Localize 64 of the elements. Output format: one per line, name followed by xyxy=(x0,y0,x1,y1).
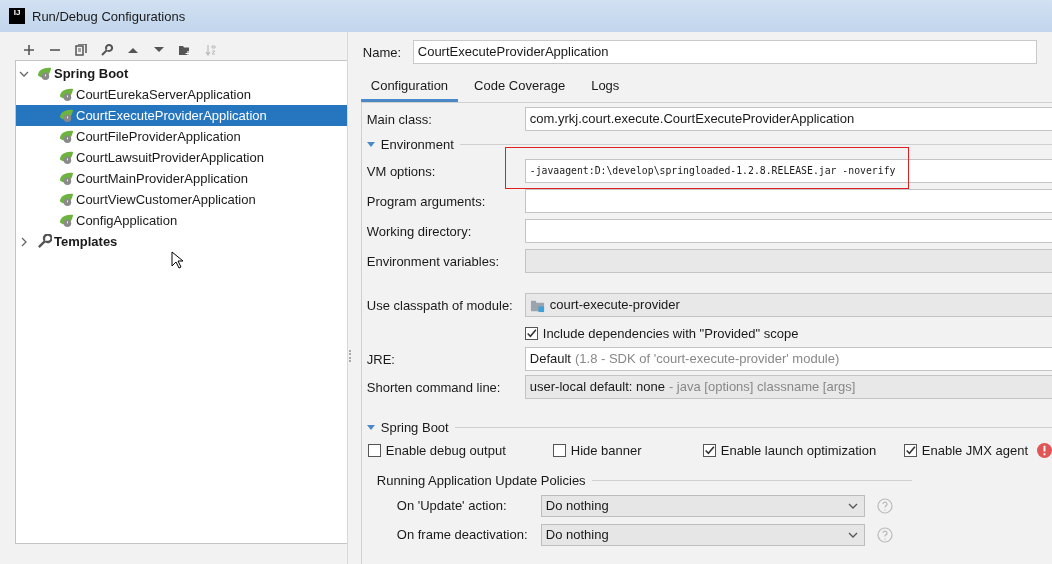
option-checkbox[interactable]: Hide banner xyxy=(552,442,642,458)
copy-icon[interactable] xyxy=(75,44,87,56)
field-label: JRE: xyxy=(366,351,396,367)
tab[interactable]: Configuration xyxy=(360,72,459,102)
policy-dropdown[interactable]: Do nothing xyxy=(540,523,865,546)
field-label: On frame deactivation: xyxy=(396,527,529,542)
input-field[interactable] xyxy=(524,249,1052,273)
policy-dropdown[interactable]: Do nothing xyxy=(540,494,865,517)
field-label: Working directory: xyxy=(366,223,473,239)
field-label: Program arguments: xyxy=(366,193,487,209)
spring-icon xyxy=(59,192,74,207)
group-title: Running Application Update Policies xyxy=(376,472,586,488)
option-checkbox[interactable]: Enable launch optimization xyxy=(702,442,877,458)
field-label: On 'Update' action: xyxy=(396,498,508,513)
include-dependencies-checkbox[interactable]: Include dependencies with "Provided" scope xyxy=(524,325,799,341)
tree-item[interactable]: CourtExecuteProviderApplication xyxy=(16,105,347,126)
tab[interactable]: Logs xyxy=(579,72,632,99)
spring-icon xyxy=(59,87,74,102)
tree-item[interactable]: CourtMainProviderApplication xyxy=(16,168,347,189)
name-field[interactable]: CourtExecuteProviderApplication xyxy=(412,40,1037,64)
option-checkbox[interactable]: Enable debug output xyxy=(367,442,506,458)
field-label: Use classpath of module: xyxy=(366,297,514,313)
spring-icon xyxy=(59,150,74,165)
tree-item[interactable]: CourtFileProviderApplication xyxy=(16,126,347,147)
check-icon xyxy=(904,444,916,456)
input-field[interactable] xyxy=(524,219,1052,243)
tree-item[interactable]: CourtEurekaServerApplication xyxy=(16,84,347,105)
tree-item[interactable]: ConfigApplication xyxy=(16,210,347,231)
input-field[interactable]: -javaagent:D:\develop\springloaded-1.2.8.RELEASE.jar -noverify xyxy=(524,159,1052,183)
expand-icon[interactable] xyxy=(366,140,375,148)
spring-icon xyxy=(59,213,74,228)
check-icon xyxy=(525,327,537,339)
caret-icon xyxy=(847,531,858,538)
module-dropdown[interactable]: court-execute-provider xyxy=(524,293,1052,317)
tree-group[interactable]: Spring Boot xyxy=(16,63,347,84)
name-label: Name: xyxy=(361,44,403,60)
tree-item[interactable]: CourtViewCustomerApplication xyxy=(16,189,347,210)
jre-field[interactable]: Default (1.8 - SDK of 'court-execute-provider' module) xyxy=(524,347,1052,371)
tree-group[interactable]: Templates xyxy=(16,231,347,252)
spring-icon xyxy=(59,171,74,186)
caret-icon xyxy=(847,502,858,509)
section-title: Spring Boot xyxy=(380,419,449,435)
spring-icon xyxy=(37,66,52,81)
main-class-field[interactable]: com.yrkj.court.execute.CourtExecuteProviderApplication xyxy=(524,107,1052,131)
new-folder-icon[interactable] xyxy=(179,44,191,56)
tree-item[interactable]: CourtLawsuitProviderApplication xyxy=(16,147,347,168)
expand-icon[interactable] xyxy=(366,423,375,431)
spring-icon xyxy=(59,129,74,144)
section-title: Environment xyxy=(380,136,454,152)
field-label: Environment variables: xyxy=(366,253,500,269)
field-label: Shorten command line: xyxy=(366,379,502,395)
input-field[interactable] xyxy=(524,189,1052,213)
spring-icon xyxy=(59,108,74,123)
option-checkbox[interactable]: Enable JMX agent xyxy=(903,442,1028,458)
check-icon xyxy=(703,444,715,456)
add-icon[interactable] xyxy=(23,44,35,56)
cursor-icon xyxy=(171,251,183,269)
field-label: Main class: xyxy=(366,111,433,127)
app-logo: IJ xyxy=(9,8,25,24)
shorten-dropdown[interactable]: user-local default: none - java [options] classname [args] xyxy=(524,375,1052,399)
field-label: VM options: xyxy=(366,163,437,179)
tab[interactable]: Code Coverage xyxy=(462,72,578,99)
chevron-icon[interactable] xyxy=(19,236,29,247)
window-title: Run/Debug Configurations xyxy=(32,8,186,24)
